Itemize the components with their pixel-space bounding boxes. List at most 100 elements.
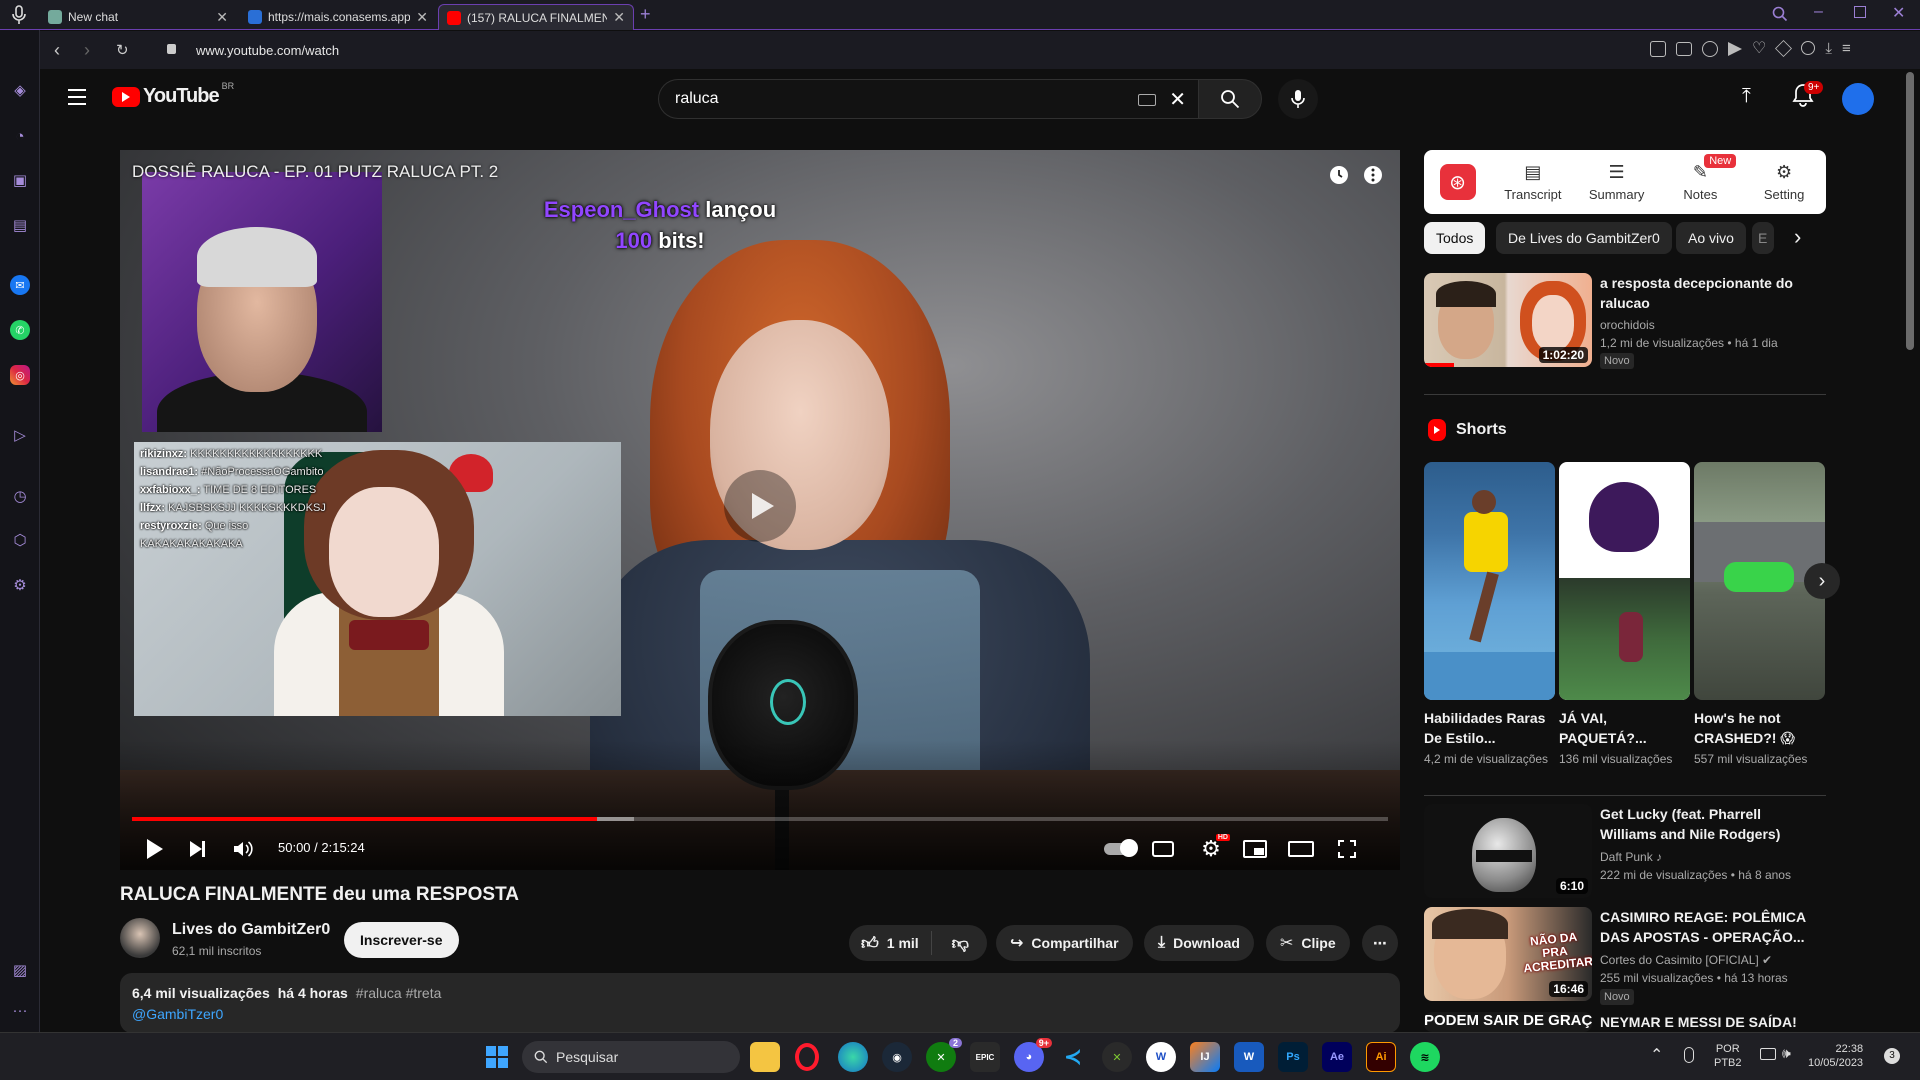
video-player[interactable]: rikizinxz: KKKKKKKKKKKKKKKKKK lisandrae1…	[120, 150, 1400, 870]
tray-chevron-icon[interactable]: ⌃	[1650, 1045, 1663, 1065]
list-item[interactable]: NÃO DA PRA ACREDITAR! 16:46 CASIMIRO REA…	[1424, 907, 1826, 1005]
tab-youtube[interactable]: (157) RALUCA FINALMENTE ✕	[438, 4, 634, 30]
chip-from-channel[interactable]: De Lives do GambitZer0	[1496, 222, 1672, 254]
autoplay-toggle[interactable]	[1102, 834, 1138, 864]
url-field[interactable]: www.youtube.com/watch	[196, 43, 339, 58]
language-indicator[interactable]: POR PTB2	[1714, 1042, 1742, 1070]
photoshop-icon[interactable]: Ps	[1278, 1042, 1308, 1072]
youtube-logo[interactable]: YouTube BR	[112, 81, 234, 108]
xbox-icon[interactable]: ✕ 2	[926, 1038, 962, 1072]
search-button[interactable]	[1198, 79, 1262, 119]
xbox-app-icon[interactable]: ✕	[1102, 1042, 1132, 1072]
mic-tray-icon[interactable]	[1684, 1047, 1694, 1063]
menu-icon[interactable]: ≡	[1842, 41, 1851, 57]
avatar-button[interactable]	[1842, 83, 1874, 115]
profile-icon[interactable]	[1801, 41, 1816, 55]
opera-mic-icon[interactable]	[10, 5, 28, 25]
search-input[interactable]: raluca ✕	[658, 79, 1198, 119]
bag-icon[interactable]: ▣	[10, 170, 30, 190]
speaker-icon[interactable]: 🕪︎	[1782, 1045, 1791, 1062]
network-icon[interactable]	[1760, 1048, 1776, 1060]
channel-avatar[interactable]	[120, 918, 160, 958]
file-explorer-icon[interactable]	[750, 1042, 780, 1072]
short-item[interactable]: Habilidades Raras De Estilo... 4,2 mi de…	[1424, 462, 1555, 766]
gamepad-icon[interactable]: ◈	[10, 80, 30, 100]
list-item[interactable]: 6:10 Get Lucky (feat. Pharrell Williams …	[1424, 804, 1826, 900]
epic-games-icon[interactable]: EPIC	[970, 1042, 1000, 1072]
reload-icon[interactable]: ↻	[116, 41, 129, 59]
subtitles-button[interactable]	[1148, 834, 1178, 864]
like-button[interactable]: 👍︎ 1 mil	[849, 931, 932, 955]
center-play-icon[interactable]	[724, 470, 796, 542]
steam-icon[interactable]: ◉	[882, 1042, 912, 1072]
chips-next-icon[interactable]: ›	[1794, 224, 1801, 250]
miniplayer-button[interactable]	[1240, 834, 1270, 864]
wallet-icon[interactable]: ▤	[10, 215, 30, 235]
summary-button[interactable]: ☰ Summary	[1575, 150, 1659, 214]
share-video-icon[interactable]	[1362, 164, 1384, 186]
cube-icon[interactable]	[1775, 40, 1793, 57]
jetbrains-icon[interactable]: IJ	[1190, 1042, 1220, 1072]
restore-icon[interactable]	[1854, 6, 1866, 18]
description-box[interactable]: 6,4 mil visualizações há 4 horas #raluca…	[120, 973, 1400, 1033]
watch-later-icon[interactable]	[1328, 164, 1350, 186]
close-tab-icon[interactable]: ✕	[416, 9, 428, 26]
short-thumbnail[interactable]	[1424, 462, 1555, 700]
setting-button[interactable]: ⚙ Setting	[1742, 150, 1826, 214]
theater-mode-button[interactable]	[1286, 834, 1316, 864]
instagram-icon[interactable]: ◎	[10, 365, 30, 385]
block-icon[interactable]	[1702, 41, 1718, 57]
back-icon[interactable]: ‹	[54, 40, 60, 61]
windows-start-icon[interactable]	[482, 1042, 512, 1072]
edge-icon[interactable]	[838, 1042, 868, 1072]
short-thumbnail[interactable]	[1559, 462, 1690, 700]
short-item[interactable]: JÁ VAI, PAQUETÁ?... 136 mil visualizaçõe…	[1559, 462, 1690, 766]
clock[interactable]: 22:38 10/05/2023	[1808, 1042, 1863, 1070]
settings-icon[interactable]: ⚙	[10, 575, 30, 595]
minimize-icon[interactable]: –	[1814, 3, 1823, 21]
transcript-button[interactable]: ▤ Transcript	[1491, 150, 1575, 214]
word-icon[interactable]: W	[1234, 1042, 1264, 1072]
spotify-icon[interactable]: ≋	[1410, 1042, 1440, 1072]
heart-icon[interactable]: ♡	[1752, 41, 1766, 57]
video-thumbnail[interactable]: NÃO DA PRA ACREDITAR! 16:46	[1424, 907, 1592, 1001]
extensions-icon[interactable]: ⬡	[10, 530, 30, 550]
camera-icon[interactable]	[1676, 42, 1692, 56]
list-item[interactable]: 1:02:20 a resposta decepcionante do ralu…	[1424, 273, 1826, 369]
video-thumbnail[interactable]: 6:10	[1424, 804, 1592, 898]
channel-name[interactable]: Lives do GambitZer0	[172, 921, 330, 939]
channel-handle-link[interactable]: @GambiTzer0	[132, 1006, 1388, 1022]
keyboard-icon[interactable]	[1138, 94, 1156, 106]
vscode-icon[interactable]: ≺	[1058, 1042, 1088, 1072]
send-icon[interactable]	[1728, 42, 1742, 56]
speed-icon[interactable]: ◔	[10, 126, 30, 146]
clip-button[interactable]: ✂ Clipe	[1266, 925, 1350, 961]
extension-logo-button[interactable]: ⊛	[1424, 150, 1491, 214]
forward-icon[interactable]: ›	[84, 40, 90, 61]
more-actions-button[interactable]: ⋯	[1362, 925, 1398, 961]
search-tabs-icon[interactable]	[1772, 6, 1788, 27]
share-button[interactable]: ↪ Compartilhar	[996, 925, 1133, 961]
tab-new-chat[interactable]: New chat ✕	[40, 4, 236, 30]
page-scrollbar[interactable]	[1906, 72, 1914, 350]
list-item[interactable]: PODEM SAIR DE GRAÇA?! NEYMAR E MESSI DE …	[1424, 1012, 1826, 1032]
close-window-icon[interactable]: ✕	[1892, 3, 1905, 23]
history-icon[interactable]: ◷	[10, 486, 30, 506]
edit-icon[interactable]	[1650, 41, 1666, 57]
illustrator-icon[interactable]: Ai	[1366, 1042, 1396, 1072]
new-tab-button[interactable]: +	[640, 4, 651, 25]
notification-center-badge[interactable]: 3	[1884, 1048, 1900, 1064]
download-tray-icon[interactable]: ⤓	[1825, 41, 1832, 57]
tab-conasems[interactable]: https://mais.conasems.app ✕	[240, 4, 436, 30]
close-tab-icon[interactable]: ✕	[613, 9, 625, 26]
settings-button[interactable]: ⚙ HD	[1196, 834, 1230, 864]
volume-button[interactable]	[228, 834, 258, 864]
subscribe-button[interactable]: Inscrever-se	[344, 922, 459, 958]
player-icon[interactable]: ▷	[10, 425, 30, 445]
messenger-icon[interactable]: ✉	[10, 275, 30, 295]
clear-search-icon[interactable]: ✕	[1169, 87, 1186, 112]
shorts-next-button[interactable]: ›	[1804, 563, 1840, 599]
hashtags[interactable]: #raluca #treta	[356, 985, 442, 1001]
image-icon[interactable]: ▨	[10, 960, 30, 980]
chip-all[interactable]: Todos	[1424, 222, 1486, 254]
